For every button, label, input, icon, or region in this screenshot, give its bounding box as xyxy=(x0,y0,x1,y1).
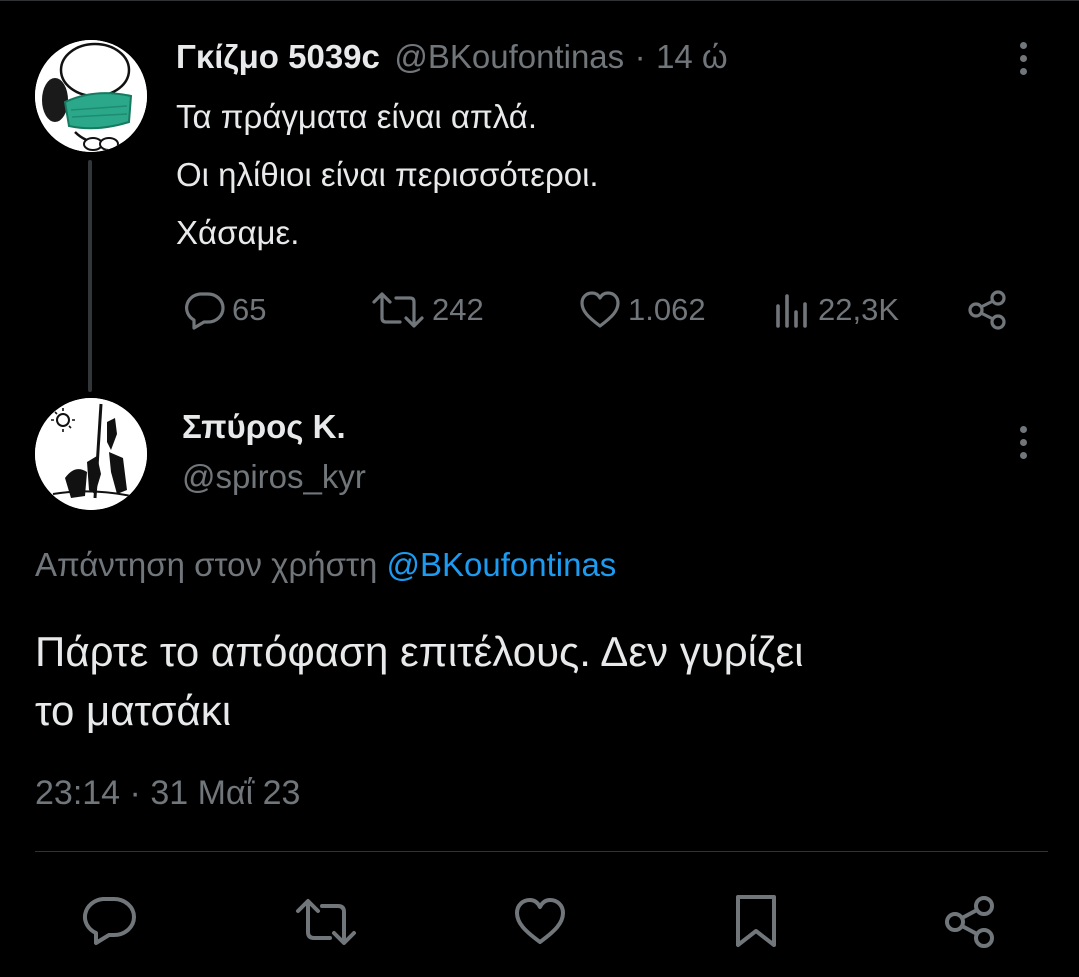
thread-connector-line xyxy=(88,160,92,392)
reply-icon xyxy=(82,897,136,945)
bottom-like-button[interactable] xyxy=(512,896,568,951)
retweet-count: 242 xyxy=(432,292,484,327)
reply-icon xyxy=(184,292,225,330)
replying-to: Απάντηση στον χρήστη @BKoufontinas xyxy=(35,546,616,584)
timestamp-separator: · xyxy=(129,774,141,812)
more-options-icon[interactable] xyxy=(1018,426,1028,459)
reply-action[interactable]: 65 xyxy=(182,290,266,330)
replying-to-mention[interactable]: @BKoufontinas xyxy=(387,546,617,583)
top-divider xyxy=(0,0,1079,1)
snoopy-mask-avatar-image xyxy=(35,40,147,152)
retweet-icon xyxy=(296,899,356,945)
bottom-retweet-button[interactable] xyxy=(294,896,358,953)
tweet-time-ago[interactable]: 14 ώ xyxy=(656,38,728,75)
reply-text-line: το ματσάκι xyxy=(35,687,232,734)
more-options-icon[interactable] xyxy=(1018,42,1028,75)
tweet-line: Χάσαμε. xyxy=(176,214,300,251)
tweet-header: Γκίζμο 5039c @BKoufontinas · 14 ώ xyxy=(176,38,728,76)
tweet-timestamp[interactable]: 23:14 · 31 Μαΐ 23 xyxy=(35,774,300,813)
retweet-icon xyxy=(372,292,424,328)
reply-author-name[interactable]: Σπύρος Κ. xyxy=(182,408,346,446)
tweet-line: Οι ηλίθιοι είναι περισσότεροι. xyxy=(176,156,599,193)
avatar-spiros[interactable] xyxy=(35,398,147,510)
don-quixote-avatar-image xyxy=(35,398,147,510)
author-handle[interactable]: @BKoufontinas xyxy=(394,38,624,75)
author-name[interactable]: Γκίζμο 5039c xyxy=(176,38,380,75)
views-count: 22,3K xyxy=(818,292,900,327)
reply-count: 65 xyxy=(232,292,267,327)
timestamp-time: 23:14 xyxy=(35,774,121,812)
share-icon xyxy=(945,896,994,948)
tweet-body: Τα πράγματα είναι απλά. Οι ηλίθιοι είναι… xyxy=(176,88,599,262)
reply-author-handle[interactable]: @spiros_kyr xyxy=(182,458,366,496)
like-action[interactable]: 1.062 xyxy=(578,290,706,330)
timestamp-date: 31 Μαΐ 23 xyxy=(150,774,301,812)
views-icon xyxy=(776,294,807,328)
like-icon xyxy=(515,898,565,944)
like-count: 1.062 xyxy=(628,292,706,327)
share-icon xyxy=(968,290,1006,330)
retweet-action[interactable]: 242 xyxy=(370,290,484,330)
tweet-line: Τα πράγματα είναι απλά. xyxy=(176,98,538,135)
replying-to-label: Απάντηση στον χρήστη xyxy=(35,546,378,583)
avatar-gizmo[interactable] xyxy=(35,40,147,152)
bottom-reply-button[interactable] xyxy=(80,894,138,951)
bookmark-icon xyxy=(736,895,776,947)
bottom-share-button[interactable] xyxy=(942,893,1000,956)
like-icon xyxy=(580,291,620,328)
header-separator: · xyxy=(634,38,646,75)
reply-tweet-body: Πάρτε το απόφαση επιτέλους. Δεν γυρίζει … xyxy=(35,622,804,740)
actions-divider xyxy=(35,851,1048,852)
reply-text-line: Πάρτε το απόφαση επιτέλους. Δεν γυρίζει xyxy=(35,628,804,675)
views-action[interactable]: 22,3K xyxy=(772,290,899,330)
bottom-bookmark-button[interactable] xyxy=(733,893,779,954)
share-action[interactable] xyxy=(966,288,1010,332)
